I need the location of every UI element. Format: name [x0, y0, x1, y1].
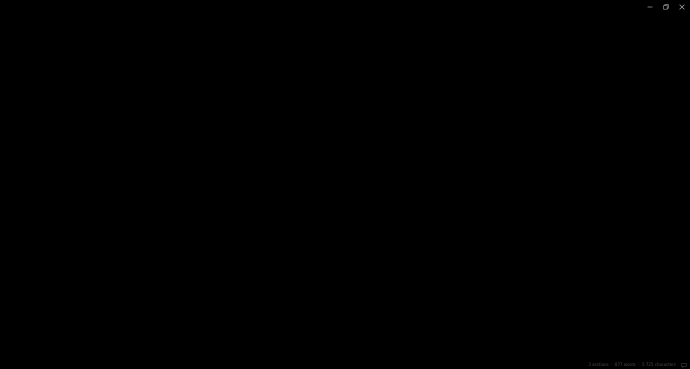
status-separator: · — [610, 362, 612, 367]
status-bar: 3 sections · 877 words · 5 725 character… — [0, 361, 690, 369]
close-icon — [679, 4, 685, 10]
character-count: 5 725 characters — [642, 362, 676, 367]
editor-area[interactable] — [0, 14, 690, 361]
comment-icon[interactable] — [681, 362, 687, 368]
word-count: 877 words — [614, 362, 636, 367]
restore-icon — [663, 4, 669, 10]
minimize-icon — [647, 4, 653, 10]
minimize-button[interactable] — [642, 0, 658, 14]
app-window: 3 sections · 877 words · 5 725 character… — [0, 0, 690, 369]
window-controls — [642, 0, 690, 14]
restore-button[interactable] — [658, 0, 674, 14]
section-count: 3 sections — [588, 362, 609, 367]
close-button[interactable] — [674, 0, 690, 14]
status-separator: · — [637, 362, 640, 367]
